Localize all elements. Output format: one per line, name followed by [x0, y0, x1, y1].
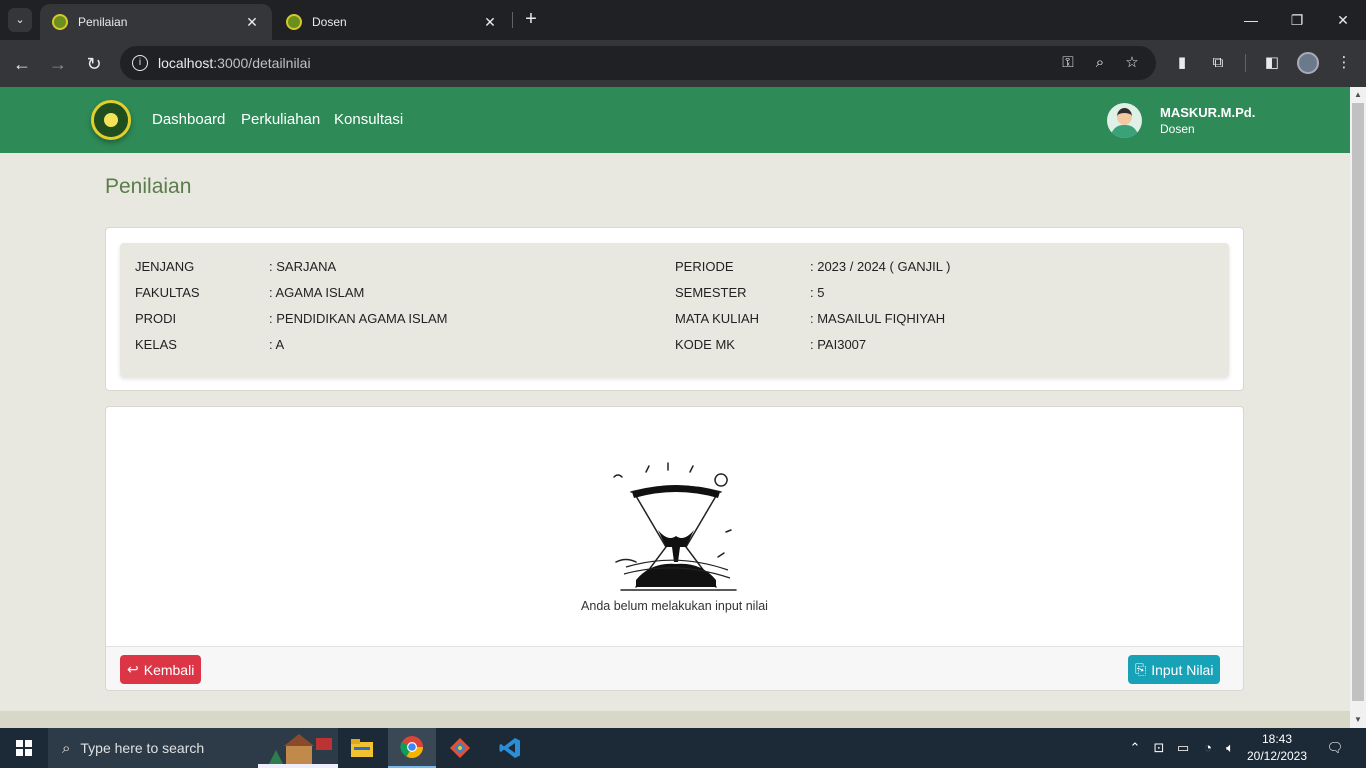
winter-scene-icon	[258, 734, 338, 768]
start-button[interactable]	[0, 728, 48, 768]
browser-toolbar: ← → ↻ i localhost:3000/detailnilai ⚿ ⌕ ☆…	[0, 40, 1366, 87]
menu-kebab-icon[interactable]: ⋮	[1333, 52, 1355, 74]
input-nilai-button[interactable]: ⎘ Input Nilai	[1128, 655, 1221, 684]
wifi-icon[interactable]: ◔	[1198, 728, 1218, 768]
hourglass-illustration	[613, 462, 737, 591]
user-name: MASKUR.M.Pd.	[1160, 105, 1256, 120]
reload-icon[interactable]: ↻	[80, 50, 108, 78]
bookmark-star-icon[interactable]: ☆	[1122, 53, 1142, 73]
course-info-box: JENJANG : SARJANA FAKULTAS : AGAMA ISLAM…	[120, 243, 1229, 377]
grades-card: Anda belum melakukan input nilai ↩ Kemba…	[105, 406, 1244, 691]
git-app-icon[interactable]	[436, 728, 484, 768]
favicon-icon	[286, 14, 302, 30]
card-footer: ↩ Kembali ⎘ Input Nilai	[106, 646, 1243, 690]
label-semester: SEMESTER	[675, 285, 747, 300]
reply-arrow-icon: ↩	[127, 661, 139, 677]
battery-icon[interactable]: ▭	[1173, 728, 1193, 768]
taskbar-search-placeholder: Type here to search	[80, 740, 205, 756]
windows-taskbar: ⌕ Type here to search ⌃ ⊡ ▭ ◔ 🔈︎ 18:43 2…	[0, 728, 1366, 768]
extensions-puzzle-icon[interactable]: ⧉	[1207, 52, 1229, 74]
new-tab-button[interactable]: +	[520, 8, 542, 32]
volume-icon[interactable]: 🔈︎	[1220, 728, 1240, 768]
scroll-down-icon[interactable]: ▼	[1350, 712, 1366, 728]
course-info-card: JENJANG : SARJANA FAKULTAS : AGAMA ISLAM…	[105, 227, 1244, 391]
file-explorer-icon[interactable]	[338, 728, 386, 768]
back-icon[interactable]: ←	[8, 50, 36, 78]
kembali-button[interactable]: ↩ Kembali	[120, 655, 202, 684]
toolbar-divider	[1245, 54, 1246, 72]
nav-dashboard[interactable]: Dashboard	[152, 111, 225, 128]
url-path: :3000/detailnilai	[213, 55, 311, 71]
value-kelas: : A	[269, 337, 285, 352]
close-icon[interactable]: ✕	[244, 14, 260, 31]
value-mata-kuliah: : MASAILUL FIQHIYAH	[810, 311, 946, 326]
site-navbar: Dashboard Perkuliahan Konsultasi MASKUR.…	[0, 87, 1350, 153]
empty-state-message: Anda belum melakukan input nilai	[581, 599, 768, 613]
meet-now-icon[interactable]: ⊡	[1150, 728, 1168, 768]
site-info-icon[interactable]: i	[132, 55, 148, 71]
chrome-icon[interactable]	[388, 728, 436, 768]
forward-icon[interactable]: →	[44, 50, 72, 78]
page-viewport: Dashboard Perkuliahan Konsultasi MASKUR.…	[0, 87, 1350, 728]
favicon-icon	[52, 14, 68, 30]
value-prodi: : PENDIDIKAN AGAMA ISLAM	[269, 311, 448, 326]
vscode-icon[interactable]	[486, 728, 534, 768]
label-kelas: KELAS	[135, 337, 177, 352]
search-icon: ⌕	[62, 739, 71, 757]
value-fakultas: : AGAMA ISLAM	[269, 285, 365, 300]
windows-logo-icon	[16, 740, 32, 756]
scrollbar-thumb[interactable]	[1352, 103, 1364, 701]
user-avatar[interactable]	[1107, 103, 1142, 138]
tab-penilaian[interactable]: Penilaian ✕	[40, 4, 272, 40]
label-periode: PERIODE	[675, 259, 734, 274]
notification-icon[interactable]: 🗨︎	[1320, 728, 1350, 768]
scroll-up-icon[interactable]: ▲	[1350, 87, 1366, 103]
restore-button[interactable]: ❐	[1274, 0, 1320, 40]
tab-search-button[interactable]: ⌄	[8, 8, 32, 32]
file-import-icon: ⎘	[1135, 661, 1147, 677]
input-nilai-label: Input Nilai	[1151, 661, 1214, 678]
url-host: localhost	[158, 55, 214, 71]
value-periode: : 2023 / 2024 ( GANJIL )	[810, 259, 951, 274]
clock-time: 18:43	[1261, 732, 1293, 746]
value-semester: : 5	[810, 285, 825, 300]
tab-divider	[512, 12, 513, 28]
zoom-icon[interactable]: ⌕	[1090, 53, 1110, 73]
value-kode-mk: : PAI3007	[810, 337, 867, 352]
university-logo[interactable]	[91, 100, 131, 140]
kembali-label: Kembali	[143, 661, 195, 678]
tray-chevron-icon[interactable]: ⌃	[1126, 728, 1144, 768]
page-title: Penilaian	[105, 175, 192, 198]
profile-avatar-icon[interactable]	[1297, 52, 1319, 74]
label-fakultas: FAKULTAS	[135, 285, 200, 300]
tab-label: Dosen	[312, 15, 347, 29]
nav-konsultasi[interactable]: Konsultasi	[334, 111, 403, 128]
password-key-icon[interactable]: ⚿	[1058, 53, 1078, 73]
address-bar[interactable]: i localhost:3000/detailnilai	[120, 46, 1156, 80]
label-jenjang: JENJANG	[135, 259, 195, 274]
user-role: Dosen	[1160, 122, 1195, 136]
nav-perkuliahan[interactable]: Perkuliahan	[241, 111, 320, 128]
label-mata-kuliah: MATA KULIAH	[675, 311, 760, 326]
close-icon[interactable]: ✕	[482, 14, 498, 31]
tab-label: Penilaian	[78, 15, 128, 29]
label-kode-mk: KODE MK	[675, 337, 735, 352]
side-panel-icon[interactable]: ◧	[1261, 52, 1283, 74]
taskbar-search[interactable]: ⌕ Type here to search	[48, 728, 338, 768]
page-scrollbar[interactable]: ▲ ▼	[1350, 87, 1366, 728]
extension-docs-icon[interactable]: ▮	[1171, 52, 1193, 74]
page-footer-strip	[0, 711, 1350, 728]
minimize-button[interactable]: —	[1228, 0, 1274, 40]
value-jenjang: : SARJANA	[269, 259, 337, 274]
browser-tab-bar: ⌄ Penilaian ✕ Dosen ✕ + — ❐ ✕	[0, 0, 1366, 40]
taskbar-clock[interactable]: 18:43 20/12/2023	[1244, 731, 1310, 765]
close-window-button[interactable]: ✕	[1320, 0, 1366, 40]
tab-dosen[interactable]: Dosen ✕	[274, 4, 510, 40]
label-prodi: PRODI	[135, 311, 177, 326]
clock-date: 20/12/2023	[1246, 749, 1308, 763]
